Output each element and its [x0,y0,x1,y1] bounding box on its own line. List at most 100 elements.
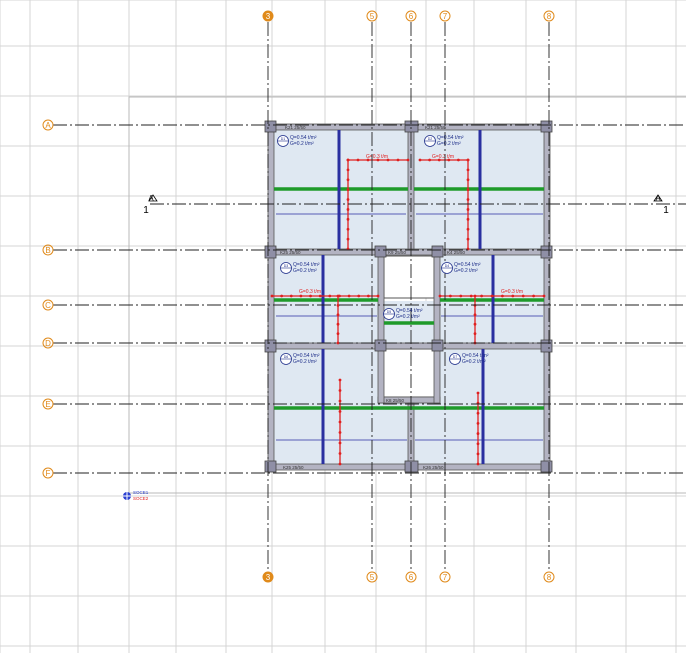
wall-load-node [376,294,380,298]
wall-load-node [346,158,350,162]
slab-annotation-D1[interactable]: D1 Q=0.54 t/m²G=0.2 t/m² [277,135,317,147]
wall-load-node [318,294,322,298]
axis-label: A [45,121,51,130]
wall-load-node [336,294,340,298]
wall-load-node [466,217,470,221]
wall-load-node [476,442,480,446]
wall-load-node [521,294,525,298]
axis-label: 7 [443,573,448,582]
wall-load-node [338,389,342,392]
axis-bubble-3-bottom[interactable]: 3 [262,571,274,583]
wall-load-node [336,313,340,317]
section-number-right: 1 [663,205,669,216]
plan-canvas[interactable]: G=0.3 t/m G=0.3 t/m G=0.3 t/m G=0.3 t/m 3 3 5… [0,0,686,653]
wall-load-node [501,294,504,298]
axis-label: C [45,301,51,310]
wall-load-node [542,294,546,298]
slab-id: D5 [387,310,392,314]
stair-core-top [383,255,435,299]
slab-g-load: G=0.2 t/m² [454,268,478,274]
axis-bubble-8-top[interactable]: 8 [543,10,555,22]
slab-annotation-D6[interactable]: D6 Q=0.54 t/m²G=0.2 t/m² [280,353,320,365]
wall-load-node [466,237,470,241]
axis-bubble-F[interactable]: F [42,467,54,479]
axis-bubble-C[interactable]: C [42,299,54,311]
slab-g-load: G=0.2 t/m² [396,314,420,320]
wall-load-node [476,462,480,466]
axis-label: 8 [547,573,552,582]
wall-load-node [336,322,340,326]
axis-bubble-A[interactable]: A [42,119,54,131]
slab-annotation-D2[interactable]: D2 Q=0.54 t/m²G=0.2 t/m² [424,135,464,147]
slab-id: D4 [445,264,450,268]
wall-load-node [328,294,332,298]
wall-load-node [346,208,350,211]
wall-load-node [336,332,340,335]
wall-load-node [511,294,515,298]
wall-load-node [309,294,312,298]
wall-load-node [299,294,303,298]
wall-load-node [476,391,480,395]
axis-bubble-7-bottom[interactable]: 7 [439,571,451,583]
slab-g-load: G=0.2 t/m² [462,359,486,365]
wall-load-node [428,158,431,162]
axis-label: 3 [266,12,271,21]
slab-id: D2 [428,137,433,141]
slab-annotation-D5[interactable]: D5 Q=0.54 t/m²G=0.2 t/m² [383,308,423,320]
section-number-left: 1 [143,205,149,216]
wall-load-node [338,378,342,382]
wall-load-node [346,227,350,231]
axis-label: 5 [370,12,375,21]
wall-load-node [476,422,480,425]
slab-id: D3 [284,264,289,268]
wall-load-node [336,341,340,345]
beam-label-left-b: K25 25/50 [280,250,301,255]
axis-bubble-7-top[interactable]: 7 [439,10,451,22]
axis-bubble-6-bottom[interactable]: 6 [405,571,417,583]
slab-annotation-D7[interactable]: D7 Q=0.54 t/m²G=0.2 t/m² [449,353,489,365]
wall-load-node [280,294,284,298]
beam-label-core-bottom: K8 25/50 [386,398,405,403]
axis-bubble-D[interactable]: D [42,337,54,349]
beam-label-top-left: K21 25/50 [285,125,306,130]
wall-load-node [338,410,342,413]
axis-bubble-8-bottom[interactable]: 8 [543,571,555,583]
wall-load-node [346,178,350,182]
axis-bubble-E[interactable]: E [42,398,54,410]
beam-label-bottom-left: K25 25/50 [283,465,304,470]
section-letter-right: A [655,194,661,203]
wall-load-label-2: G=0.3 t/m [299,289,321,295]
wall-load-node [336,304,340,307]
wall-load-node [469,294,473,298]
wall-load-node [466,227,470,231]
wall-load-node [466,168,470,172]
axis-label: 6 [409,573,414,582]
axis-bubble-3-top[interactable]: 3 [262,10,274,22]
section-mark-right: A 1 [653,194,669,216]
wall-load-node [473,294,477,298]
slab-annotation-D3[interactable]: D3 Q=0.54 t/m²G=0.2 t/m² [280,262,320,274]
axis-label: 6 [409,12,414,21]
axis-bubble-6-top[interactable]: 6 [405,10,417,22]
wall-load-node [466,178,470,182]
wall-load-node [338,462,342,466]
wall-load-node [346,168,350,172]
axis-bubble-B[interactable]: B [42,244,54,256]
wall-load-node [476,411,480,415]
wall-load-node [406,158,410,162]
wall-load-node [338,420,342,424]
axis-label: F [46,469,51,478]
wall-load-label-0: G=0.3 t/m [366,154,388,160]
wall-load-node [366,294,370,298]
wall-load-node [347,294,351,298]
slab-annotation-D4[interactable]: D4 Q=0.54 t/m²G=0.2 t/m² [441,262,481,274]
wall-load-node [473,313,477,317]
wall-load-node [338,441,342,445]
axis-label: E [45,400,50,409]
axis-label: B [45,246,50,255]
wall-load-node [289,294,293,298]
wall-load-node [346,237,350,241]
wall-load-node [459,294,463,298]
wall-load-node [338,399,342,403]
wall-load-node [270,294,274,298]
